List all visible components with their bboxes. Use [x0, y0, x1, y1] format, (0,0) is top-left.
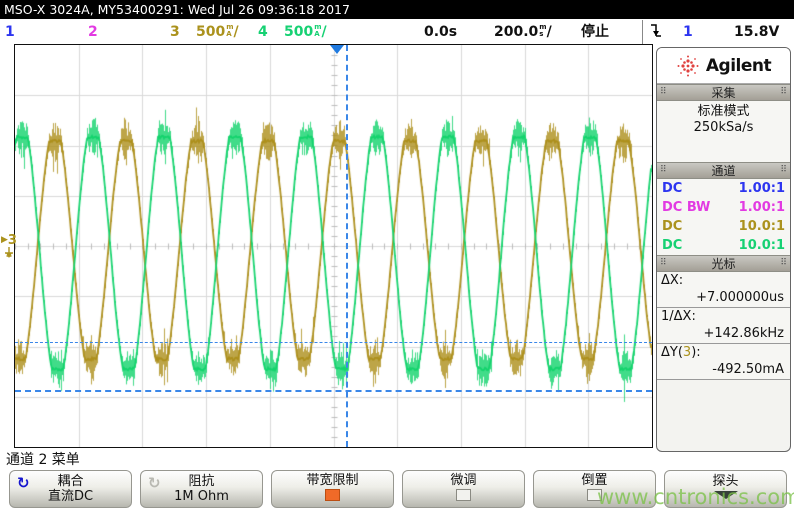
statusbar: 1 2 3 500mA/ 4 500mA/ 0.0s 200.0ms/ 停止 1… [0, 19, 794, 45]
y2-cursor-line[interactable] [15, 390, 652, 392]
softkey-bandwidth-limit[interactable]: 带宽限制 [271, 470, 394, 508]
channel-4-probe: 10.0:1 [739, 238, 785, 253]
waveform-canvas [15, 45, 652, 447]
checkbox-checked-icon [325, 489, 340, 501]
trigger-level[interactable]: 15.8V [734, 21, 779, 43]
titlebar: MSO-X 3024A, MY53400291: Wed Jul 26 09:3… [0, 0, 794, 19]
run-state[interactable]: 停止 [581, 21, 609, 43]
time-offset[interactable]: 0.0s [424, 21, 457, 43]
oscilloscope-screen: MSO-X 3024A, MY53400291: Wed Jul 26 09:3… [0, 0, 794, 514]
acquire-info: 标准模式 250kSa/s [657, 101, 790, 162]
channel-2-probe: 1.00:1 [739, 200, 785, 215]
checkbox-unchecked-icon [456, 489, 471, 501]
delta-x-label: ΔX: [657, 272, 790, 289]
softkey-impedance[interactable]: ↻ 阻抗 1M Ohm [140, 470, 263, 508]
grip-icon: ⠿ [660, 88, 667, 97]
brand-name: Agilent [706, 56, 771, 76]
inv-delta-x-label: 1/ΔX: [657, 308, 790, 325]
acquire-header-label: 采集 [711, 84, 735, 101]
delta-y-label: ΔY(3): [657, 344, 790, 361]
cursors-header-label: 光标 [711, 255, 735, 272]
grip-icon: ⠿ [780, 259, 787, 268]
timebase-value: 200.0 [494, 24, 538, 40]
channel-1-probe: 1.00:1 [739, 181, 785, 196]
delta-y-channel: 3 [683, 345, 691, 360]
acquire-mode: 标准模式 [657, 104, 790, 120]
channels-section-header[interactable]: ⠿ 通道 ⠿ [657, 162, 790, 179]
channel-3-scale[interactable]: 500mA/ [196, 21, 239, 43]
y1-cursor-line[interactable] [15, 342, 652, 343]
inv-delta-x-value: +142.86kHz [657, 325, 790, 344]
softkey-coupling-label: 耦合 [57, 474, 83, 489]
channel-info-list: DC 1.00:1 DC BW 1.00:1 DC 10.0:1 DC 10.0… [657, 179, 790, 255]
softkey-coupling-value: 直流DC [48, 490, 93, 504]
watermark: www.cntronics.com [597, 485, 794, 509]
softkey-fine-adjust-label: 微调 [450, 473, 476, 488]
falling-edge-trigger-icon [650, 23, 662, 45]
channel-4-coupling: DC [662, 238, 682, 253]
softkey-impedance-value: 1M Ohm [174, 490, 229, 504]
channel-3-probe: 10.0:1 [739, 219, 785, 234]
channel-4-scale[interactable]: 500mA/ [284, 21, 327, 43]
ch3-ground-symbol-icon [3, 245, 15, 264]
timebase-unit: ms [539, 24, 546, 37]
grip-icon: ⠿ [780, 88, 787, 97]
menu-title: 通道 2 菜单 [6, 449, 80, 469]
grip-icon: ⠿ [660, 166, 667, 175]
acquire-section-header[interactable]: ⠿ 采集 ⠿ [657, 84, 790, 101]
delta-x-value: +7.000000us [657, 289, 790, 308]
softkey-fine-adjust[interactable]: 微调 [402, 470, 525, 508]
channel-2-button[interactable]: 2 [88, 21, 98, 43]
timebase[interactable]: 200.0ms/ [494, 21, 552, 43]
cursor-readouts: ΔX: +7.000000us 1/ΔX: +142.86kHz ΔY(3): … [657, 272, 790, 380]
channel-3-scale-value: 500 [196, 24, 225, 40]
channels-header-label: 通道 [711, 162, 735, 179]
channel-3-button[interactable]: 3 [170, 21, 180, 43]
channel-1-info-row: DC 1.00:1 [657, 179, 790, 198]
channel-4-unit: mA [314, 24, 321, 37]
softkey-bandwidth-limit-label: 带宽限制 [306, 473, 358, 488]
channel-3-unit: mA [226, 24, 233, 37]
sample-rate: 250kSa/s [657, 120, 790, 136]
channel-4-info-row: DC 10.0:1 [657, 236, 790, 255]
channel-3-info-row: DC 10.0:1 [657, 217, 790, 236]
softkey-coupling[interactable]: ↻ 耦合 直流DC [9, 470, 132, 508]
ch3-ground-arrow-icon: ▶ [1, 235, 8, 245]
channel-2-coupling: DC BW [662, 200, 710, 215]
channel-1-button[interactable]: 1 [5, 21, 15, 43]
sidebar: Agilent ⠿ 采集 ⠿ 标准模式 250kSa/s ⠿ 通道 ⠿ DC 1… [656, 47, 791, 452]
grip-icon: ⠿ [660, 259, 667, 268]
channel-4-button[interactable]: 4 [258, 21, 268, 43]
waveform-display: ▶3 [14, 44, 653, 448]
channel-1-coupling: DC [662, 181, 682, 196]
x-cursor-line[interactable] [346, 45, 348, 447]
channel-3-coupling: DC [662, 219, 682, 234]
delta-y-value: -492.50mA [657, 361, 790, 380]
channel-4-scale-value: 500 [284, 24, 313, 40]
rotary-knob-icon: ↻ [148, 474, 161, 492]
trigger-source[interactable]: 1 [683, 21, 693, 43]
agilent-starburst-icon [676, 54, 700, 78]
rotary-knob-icon: ↻ [17, 474, 30, 492]
trigger-position-marker[interactable] [330, 45, 344, 54]
device-title: MSO-X 3024A, MY53400291: Wed Jul 26 09:3… [4, 2, 350, 17]
statusbar-divider [642, 20, 643, 44]
cursors-section-header[interactable]: ⠿ 光标 ⠿ [657, 255, 790, 272]
softkey-impedance-label: 阻抗 [188, 474, 214, 489]
grip-icon: ⠿ [780, 166, 787, 175]
channel-2-info-row: DC BW 1.00:1 [657, 198, 790, 217]
brand-logo: Agilent [657, 48, 790, 84]
